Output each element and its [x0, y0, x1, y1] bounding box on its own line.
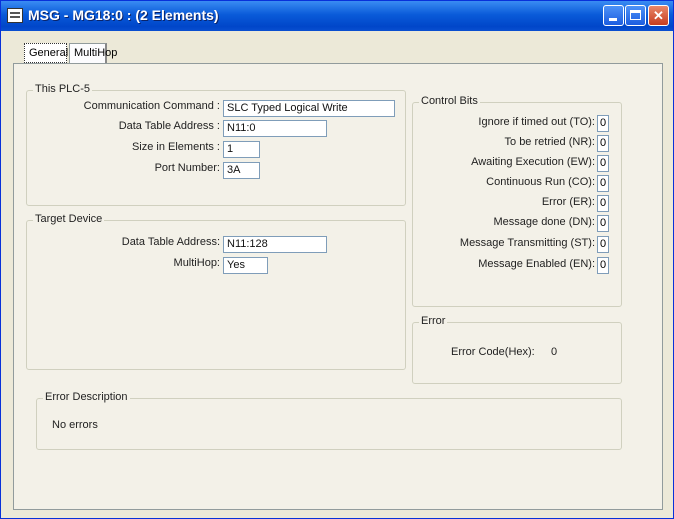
error-code-label: Error Code(Hex): [451, 346, 535, 358]
control-bit-label: Message Transmitting (ST): [459, 237, 595, 249]
control-bit-label: Message done (DN): [493, 216, 596, 228]
maximize-button[interactable] [625, 5, 646, 26]
error-group-title: Error [419, 315, 448, 327]
target-address-label: Data Table Address: [121, 236, 220, 248]
control-bit-value[interactable]: 0 [597, 236, 609, 253]
error-group: Error Error Code(Hex): 0 [412, 315, 622, 384]
close-icon: ✕ [653, 8, 664, 23]
control-bit-label: Continuous Run (CO): [486, 176, 595, 188]
message-window: MSG - MG18:0 : (2 Elements) ✕ General Mu… [0, 0, 674, 519]
control-bit-value[interactable]: 0 [597, 215, 609, 232]
comm-command-label: Communication Command : [83, 100, 220, 112]
control-bit-value[interactable]: 0 [597, 257, 609, 274]
target-device-group: Target Device Data Table Address: N11:12… [26, 213, 406, 370]
control-bit-label: Error (ER): [541, 196, 595, 208]
target-address-field[interactable]: N11:128 [223, 236, 327, 253]
control-bit-label: Message Enabled (EN): [478, 258, 595, 270]
multihop-field[interactable]: Yes [223, 257, 268, 274]
control-bit-label: To be retried (NR): [504, 136, 595, 148]
data-table-address-label: Data Table Address : [118, 120, 220, 132]
control-bits-group-title: Control Bits [419, 95, 480, 107]
comm-command-field[interactable]: SLC Typed Logical Write [223, 100, 395, 117]
general-tab-page: This PLC-5 Communication Command : SLC T… [13, 63, 663, 510]
size-in-elements-field[interactable]: 1 [223, 141, 260, 158]
control-bits-group: Control Bits Ignore if timed out (TO): 0… [412, 95, 622, 307]
this-plc-group-title: This PLC-5 [33, 83, 93, 95]
control-bit-value[interactable]: 0 [597, 195, 609, 212]
size-in-elements-label: Size in Elements : [131, 141, 220, 153]
this-plc-group: This PLC-5 Communication Command : SLC T… [26, 83, 406, 206]
port-number-label: Port Number: [154, 162, 220, 174]
error-code-value: 0 [551, 346, 558, 358]
control-bit-value[interactable]: 0 [597, 155, 609, 172]
tab-general[interactable]: General [24, 43, 68, 63]
tab-multihop[interactable]: MultiHop [69, 43, 117, 63]
multihop-label: MultiHop: [173, 257, 220, 269]
window-title: MSG - MG18:0 : (2 Elements) [28, 7, 219, 23]
control-bit-value[interactable]: 0 [597, 135, 609, 152]
port-number-field[interactable]: 3A [223, 162, 260, 179]
error-description-text: No errors [52, 419, 98, 431]
data-table-address-field[interactable]: N11:0 [223, 120, 327, 137]
control-bit-label: Ignore if timed out (TO): [478, 116, 595, 128]
error-description-title: Error Description [43, 391, 130, 403]
control-bit-value[interactable]: 0 [597, 175, 609, 192]
control-bit-label: Awaiting Execution (EW): [471, 156, 595, 168]
control-bit-value[interactable]: 0 [597, 115, 609, 132]
minimize-icon [609, 18, 617, 21]
target-device-group-title: Target Device [33, 213, 105, 225]
app-icon [7, 8, 23, 23]
minimize-button[interactable] [603, 5, 624, 26]
title-bar[interactable]: MSG - MG18:0 : (2 Elements) ✕ [1, 1, 673, 31]
maximize-icon [630, 10, 641, 20]
close-button[interactable]: ✕ [648, 5, 669, 26]
error-description-group: Error Description No errors [36, 391, 622, 450]
